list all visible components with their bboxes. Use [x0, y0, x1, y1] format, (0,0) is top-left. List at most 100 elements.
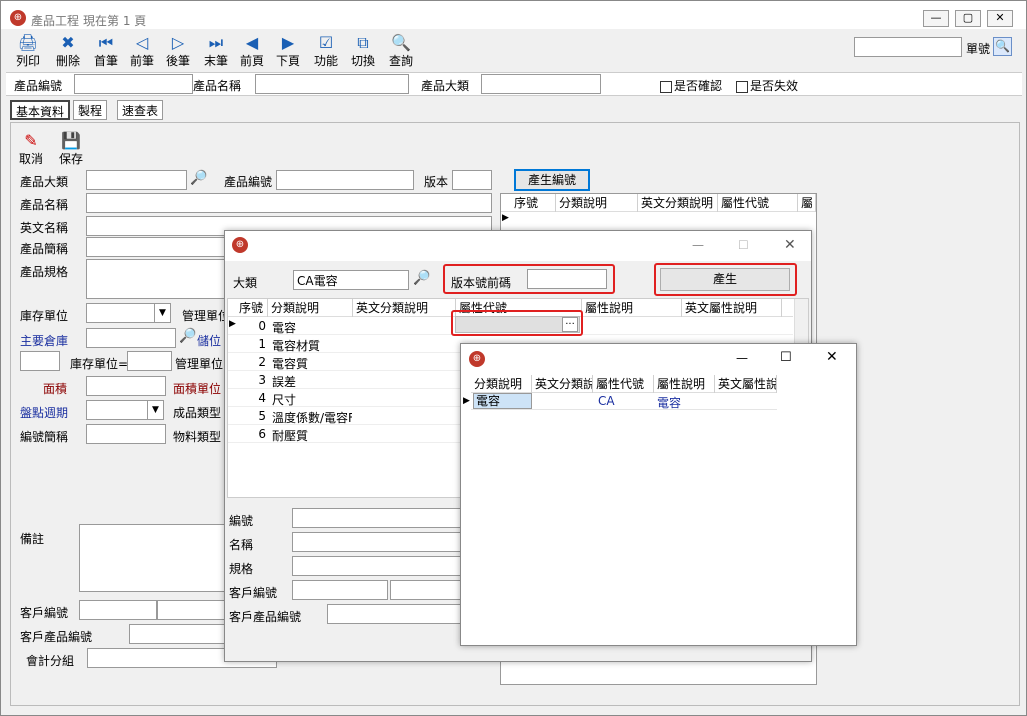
row-desc[interactable]: 電容材質 — [272, 337, 352, 354]
stock-unit-label: 庫存單位 — [20, 309, 69, 323]
d1-col-desc[interactable]: 分類說明 — [268, 299, 353, 317]
toolbar-button-0[interactable]: 🖨 列印 — [10, 34, 46, 69]
dialog2-close-button[interactable]: ✕ — [826, 349, 838, 365]
toolbar-button-7[interactable]: ▶ 下頁 — [270, 34, 306, 69]
stock-unit-select[interactable]: ▼ — [86, 303, 171, 323]
main-warehouse-label: 主要倉庫 — [20, 334, 69, 348]
stock-unit-eq-input[interactable] — [127, 351, 172, 371]
version-input[interactable] — [452, 170, 492, 190]
d1-col-en-desc[interactable]: 英文分類說明 — [353, 299, 456, 317]
row-desc[interactable]: 溫度係數/電容F — [272, 409, 352, 426]
row-desc[interactable]: 耐壓質 — [272, 427, 352, 444]
maximize-button[interactable]: ▢ — [955, 10, 981, 27]
toolbar-button-10[interactable]: 🔍 查詢 — [383, 34, 419, 69]
right-col-desc[interactable]: 分類說明 — [556, 194, 638, 212]
row-desc[interactable]: 誤差 — [272, 373, 352, 390]
row-desc[interactable]: 尺寸 — [272, 391, 352, 408]
code-short-label: 編號簡稱 — [20, 430, 69, 444]
d2-table-row[interactable]: 電容 CA 電容 — [471, 393, 777, 410]
customer-no-input-2[interactable] — [157, 600, 229, 620]
d2-cell-desc[interactable]: 電容 — [473, 393, 532, 409]
search-product-no-label: 產品編號 — [14, 79, 63, 93]
dialog1-category-input[interactable]: CA電容 — [293, 270, 409, 290]
mgmt-unit2-label: 管理單位 — [175, 357, 224, 371]
search-category-input[interactable] — [481, 74, 601, 94]
d1-col-no[interactable]: 序號 — [236, 299, 268, 317]
spec-textarea[interactable] — [86, 259, 226, 299]
customer-no-input[interactable] — [79, 600, 157, 620]
dialog1-maximize-button[interactable]: ☐ — [738, 238, 749, 252]
tab-basic[interactable]: 基本資料 — [10, 100, 71, 120]
main-warehouse-input[interactable] — [86, 328, 176, 348]
d2-col-en-attr-desc[interactable]: 英文屬性說 — [715, 375, 777, 393]
stock-qty-input[interactable] — [20, 351, 60, 371]
d1-col-attr-desc[interactable]: 屬性說明 — [582, 299, 682, 317]
toolbar-icon-10: 🔍 — [391, 33, 411, 52]
d2-col-desc[interactable]: 分類說明 — [471, 375, 532, 393]
short-name-input[interactable] — [86, 237, 226, 257]
warehouse-search-icon[interactable]: 🔎 — [179, 328, 196, 344]
right-col-en-desc[interactable]: 英文分類說明 — [638, 194, 718, 212]
d2-cell-attr-code[interactable]: CA — [598, 394, 615, 408]
product-no-input[interactable] — [276, 170, 414, 190]
category-search-icon[interactable]: 🔎 — [190, 170, 207, 186]
toolbar-button-6[interactable]: ◀ 前頁 — [234, 34, 270, 69]
note-textarea[interactable] — [79, 524, 229, 592]
dialog2-minimize-button[interactable]: — — [736, 351, 748, 365]
row-no: 3 — [258, 373, 266, 387]
d1-name-label: 名稱 — [229, 538, 254, 552]
d2-col-attr-code[interactable]: 屬性代號 — [593, 375, 654, 393]
category-input[interactable] — [86, 170, 187, 190]
en-name-label: 英文名稱 — [20, 221, 69, 235]
close-button[interactable]: ✕ — [987, 10, 1013, 27]
right-col-no[interactable]: 序號 — [511, 194, 556, 212]
minimize-button[interactable]: — — [923, 10, 949, 27]
right-col-attr-code[interactable]: 屬性代號 — [718, 194, 798, 212]
generate-no-button[interactable]: 產生編號 — [514, 169, 590, 191]
row-desc[interactable]: 電容 — [272, 319, 352, 336]
tab-process[interactable]: 製程 — [73, 100, 108, 120]
d2-col-en-desc[interactable]: 英文分類說 — [532, 375, 593, 393]
save-label: 保存 — [58, 152, 83, 166]
area-input[interactable] — [86, 376, 166, 396]
search-product-no-input[interactable] — [74, 74, 193, 94]
d1-customer-product-no-input[interactable] — [327, 604, 462, 624]
customer-product-no-input[interactable] — [129, 624, 229, 644]
toolbar-button-1[interactable]: ✖ 刪除 — [50, 34, 86, 69]
name-input[interactable] — [86, 193, 492, 213]
toolbar-label-2: 首筆 — [93, 54, 118, 68]
toolbar-button-3[interactable]: ◁ 前筆 — [124, 34, 160, 69]
right-col-attr[interactable]: 屬 — [798, 194, 816, 212]
dialog1-close-button[interactable]: ✕ — [784, 237, 796, 253]
d1-spec-input[interactable] — [292, 556, 462, 576]
d1-col-en-attr-desc[interactable]: 英文屬性說明 — [682, 299, 782, 317]
toolbar-button-5[interactable]: ⏭ 末筆 — [198, 34, 234, 69]
dialog1-category-search-icon[interactable]: 🔎 — [413, 270, 430, 286]
toolbar-button-4[interactable]: ▷ 後筆 — [160, 34, 196, 69]
toolbar-button-9[interactable]: ⧉ 切換 — [345, 34, 381, 69]
d1-customer-no-input[interactable] — [292, 580, 388, 600]
dialog1-minimize-button[interactable]: — — [692, 238, 704, 252]
cancel-button[interactable]: ✎ 取消 — [17, 131, 45, 167]
search-product-name-input[interactable] — [255, 74, 409, 94]
count-cycle-select[interactable]: ▼ — [86, 400, 164, 420]
save-button[interactable]: 💾 保存 — [57, 131, 85, 167]
doc-search-icon[interactable]: 🔍 — [993, 37, 1012, 56]
d1-name-input[interactable] — [292, 532, 462, 552]
tab-quicklist[interactable]: 速查表 — [117, 100, 164, 120]
code-short-input[interactable] — [86, 424, 166, 444]
title-bar — [1, 1, 1026, 29]
d1-code-input[interactable] — [292, 508, 462, 528]
name-label: 產品名稱 — [20, 198, 69, 212]
d2-col-attr-desc[interactable]: 屬性說明 — [654, 375, 715, 393]
d2-cell-attr-desc[interactable]: 電容 — [657, 394, 681, 411]
row-desc[interactable]: 電容質 — [272, 355, 352, 372]
toolbar-button-2[interactable]: ⏮ 首筆 — [88, 34, 124, 69]
mgmt-unit-label: 管理單位 — [182, 309, 231, 323]
toolbar-button-8[interactable]: ☑ 功能 — [308, 34, 344, 69]
dialog2-maximize-button[interactable]: ☐ — [780, 350, 792, 365]
doc-no-input[interactable] — [854, 37, 962, 57]
d1-customer-no-input-2[interactable] — [390, 580, 462, 600]
invalid-checkbox[interactable]: 是否失效 — [736, 77, 798, 94]
confirmed-checkbox[interactable]: 是否確認 — [660, 77, 722, 94]
